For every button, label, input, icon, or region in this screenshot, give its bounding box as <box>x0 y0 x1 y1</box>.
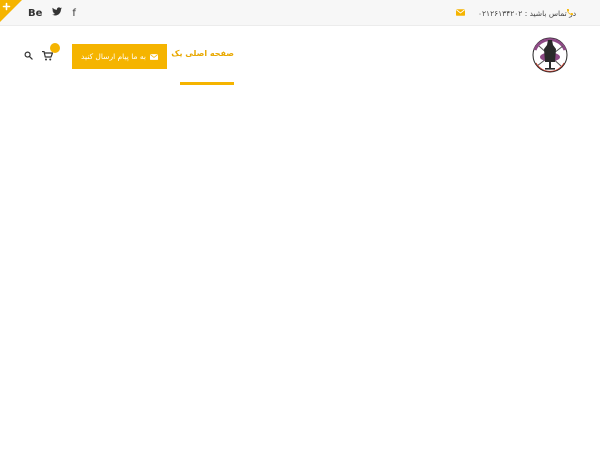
twitter-icon <box>52 7 63 16</box>
send-message-button[interactable]: به ما پیام ارسال کنید <box>72 44 167 69</box>
facebook-link[interactable]: f <box>72 7 76 20</box>
top-bar: Be f در تماس باشید : ۰۲۱۲۶۱۳۴۲۰۲ <box>0 0 600 26</box>
cart-icon <box>42 51 53 61</box>
cart-count-badge <box>50 43 60 53</box>
envelope-icon <box>456 9 465 16</box>
phone-icon <box>567 9 573 15</box>
nav-active-indicator <box>180 82 234 85</box>
fashion-market-logo[interactable] <box>526 32 574 76</box>
plus-icon[interactable] <box>0 0 22 22</box>
behance-link[interactable]: Be <box>28 7 42 20</box>
search-icon[interactable] <box>24 51 33 60</box>
nav-item-home-one[interactable]: صفحه اصلی یک <box>171 49 234 58</box>
envelope-icon <box>150 53 158 60</box>
twitter-link[interactable] <box>52 7 63 20</box>
social-links: Be f <box>28 7 76 20</box>
contact-phone-text: در تماس باشید : ۰۲۱۲۶۱۳۴۲۰۲ <box>478 9 577 18</box>
send-message-label: به ما پیام ارسال کنید <box>81 52 146 61</box>
